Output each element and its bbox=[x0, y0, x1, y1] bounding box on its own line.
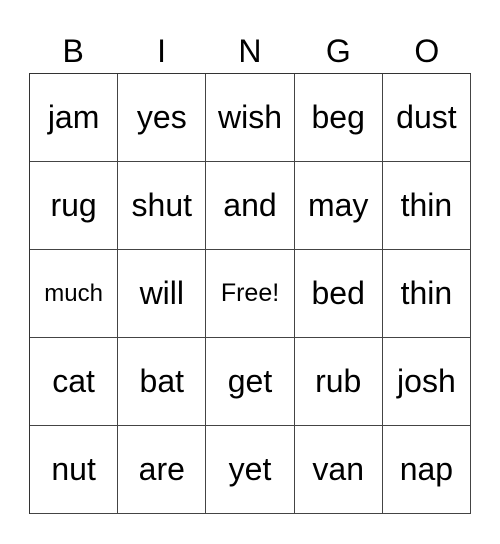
bingo-cell[interactable]: nut bbox=[30, 426, 119, 514]
header-letter-o: O bbox=[414, 33, 440, 69]
bingo-cell[interactable]: jam bbox=[30, 74, 119, 162]
bingo-cell[interactable]: will bbox=[118, 250, 207, 338]
bingo-cell[interactable]: josh bbox=[382, 338, 471, 426]
free-space-cell[interactable]: Free! bbox=[206, 250, 295, 338]
bingo-cell[interactable]: bat bbox=[118, 338, 207, 426]
bingo-cell[interactable]: bed bbox=[294, 250, 383, 338]
bingo-cell[interactable]: may bbox=[294, 162, 383, 250]
bingo-card-grid: jam yes wish beg dust rug shut and may t… bbox=[29, 73, 471, 514]
header-letter-g: G bbox=[325, 33, 351, 69]
bingo-cell[interactable]: get bbox=[206, 338, 295, 426]
bingo-cell[interactable]: cat bbox=[30, 338, 119, 426]
header-letter-b: B bbox=[62, 33, 84, 69]
header-letter-n: N bbox=[238, 33, 262, 69]
bingo-cell[interactable]: yet bbox=[206, 426, 295, 514]
bingo-cell[interactable]: are bbox=[118, 426, 207, 514]
bingo-cell[interactable]: yes bbox=[118, 74, 207, 162]
bingo-cell[interactable]: thin bbox=[382, 162, 471, 250]
bingo-cell[interactable]: wish bbox=[206, 74, 295, 162]
bingo-cell[interactable]: nap bbox=[382, 426, 471, 514]
bingo-cell[interactable]: van bbox=[294, 426, 383, 514]
bingo-cell[interactable]: beg bbox=[294, 74, 383, 162]
bingo-cell[interactable]: rub bbox=[294, 338, 383, 426]
bingo-cell[interactable]: thin bbox=[382, 250, 471, 338]
bingo-cell[interactable]: and bbox=[206, 162, 295, 250]
bingo-cell[interactable]: rug bbox=[30, 162, 119, 250]
bingo-header: B I N G O bbox=[29, 30, 471, 72]
bingo-cell[interactable]: dust bbox=[382, 74, 471, 162]
header-letter-i: I bbox=[157, 33, 167, 69]
bingo-cell[interactable]: much bbox=[30, 250, 119, 338]
bingo-cell[interactable]: shut bbox=[118, 162, 207, 250]
